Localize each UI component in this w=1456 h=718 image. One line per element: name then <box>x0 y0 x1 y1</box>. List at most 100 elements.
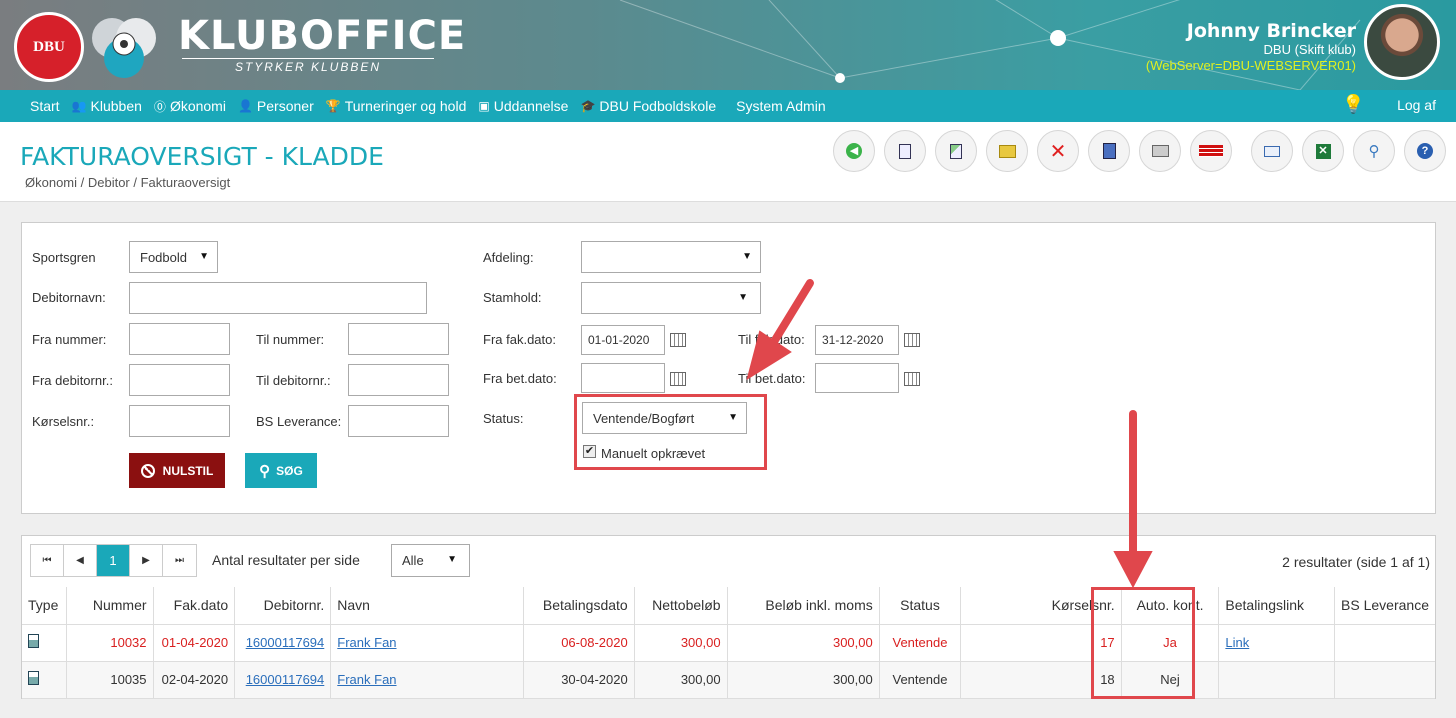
afdeling-label: Afdeling: <box>483 250 534 265</box>
inkl-moms-cell: 300,00 <box>727 661 880 699</box>
page-number-button[interactable]: 1 <box>97 545 130 576</box>
col-status[interactable]: Status <box>879 587 962 625</box>
sportsgren-label: Sportsgren <box>32 250 96 265</box>
netto-cell: 300,00 <box>634 661 728 699</box>
calendar-icon[interactable] <box>670 372 686 386</box>
export-button[interactable] <box>1088 130 1130 172</box>
webserver-info: (WebServer=DBU-WEBSERVER01) <box>1145 58 1356 73</box>
search-submit-button[interactable]: ⚲ SØG <box>245 453 317 488</box>
bs-leverance-cell <box>1334 661 1435 699</box>
til-debitornr-input[interactable] <box>348 364 449 396</box>
last-page-button[interactable]: ⏭ <box>163 545 196 576</box>
betalingslink-link[interactable]: Link <box>1225 635 1249 650</box>
lightbulb-icon[interactable]: 💡 <box>1342 94 1364 115</box>
col-bs-leverance[interactable]: BS Leverance <box>1334 587 1435 625</box>
debitornr-link[interactable]: 16000117694 <box>246 672 325 687</box>
folder-open-icon <box>998 144 1016 158</box>
nav-item-system-admin[interactable]: System Admin <box>730 98 831 114</box>
document-add-button[interactable] <box>935 130 977 172</box>
table-row[interactable]: 10032 01-04-2020 16000117694 Frank Fan 0… <box>22 624 1435 662</box>
help-icon: ? <box>1417 143 1433 159</box>
chevron-down-icon: ▼ <box>447 554 457 565</box>
back-button[interactable]: ◀ <box>833 130 875 172</box>
til-nummer-input[interactable] <box>348 323 449 355</box>
calendar-icon[interactable] <box>670 333 686 347</box>
avatar[interactable] <box>1364 4 1440 80</box>
trophy-icon: 🏆 <box>325 99 341 113</box>
per-page-select[interactable]: Alle ▼ <box>391 544 470 577</box>
col-navn[interactable]: Navn <box>330 587 525 625</box>
nav-item-okonomi[interactable]: ⓪ Økonomi <box>148 98 232 115</box>
delete-icon: ✕ <box>1049 140 1067 163</box>
table-row[interactable]: 10035 02-04-2020 16000117694 Frank Fan 3… <box>22 661 1435 699</box>
print-button[interactable] <box>1139 130 1181 172</box>
korselsnr-input[interactable] <box>129 405 230 437</box>
fra-fakdato-label: Fra fak.dato: <box>483 332 556 347</box>
page-title: FAKTURAOVERSIGT - KLADDE <box>20 142 384 171</box>
col-betalingslink[interactable]: Betalingslink <box>1218 587 1336 625</box>
excel-button[interactable]: ✕ <box>1302 130 1344 172</box>
col-belob-inkl-moms[interactable]: Beløb inkl. moms <box>727 587 880 625</box>
invoice-document-icon[interactable] <box>28 634 39 648</box>
user-name: Johnny Brincker <box>1186 20 1356 42</box>
navn-link[interactable]: Frank Fan <box>337 672 396 687</box>
prev-page-button[interactable]: ◀ <box>64 545 97 576</box>
stamhold-select[interactable]: ▼ <box>581 282 761 314</box>
document-button[interactable] <box>884 130 926 172</box>
switch-club-link[interactable]: DBU (Skift klub) <box>1264 42 1356 57</box>
calendar-icon[interactable] <box>904 333 920 347</box>
type-cell <box>22 624 68 662</box>
mail-icon <box>1264 145 1280 157</box>
search-button[interactable]: ⚲ <box>1353 130 1395 172</box>
fra-fakdato-input[interactable]: 01-01-2020 <box>581 325 665 355</box>
sportsgren-select[interactable]: Fodbold ▼ <box>129 241 218 273</box>
invoice-document-icon[interactable] <box>28 671 39 685</box>
col-fakdato[interactable]: Fak.dato <box>153 587 236 625</box>
person-icon: 👤 <box>237 99 253 113</box>
bs-button[interactable] <box>1190 130 1232 172</box>
mail-button[interactable] <box>1251 130 1293 172</box>
col-nettobelob[interactable]: Nettobeløb <box>634 587 728 625</box>
nav-item-klubben[interactable]: 👥 Klubben <box>66 98 148 114</box>
til-fakdato-input[interactable]: 31-12-2020 <box>815 325 899 355</box>
help-button[interactable]: ? <box>1404 130 1446 172</box>
caret-right-icon: ▶ <box>142 555 150 566</box>
nav-item-start[interactable]: Start <box>0 98 66 114</box>
reset-button[interactable]: NULSTIL <box>129 453 225 488</box>
block-icon <box>140 463 155 478</box>
status-cell: Ventende <box>879 661 962 699</box>
status-cell: Ventende <box>879 624 962 662</box>
fra-betdato-input[interactable] <box>581 363 665 393</box>
navn-link[interactable]: Frank Fan <box>337 635 396 650</box>
fra-betdato-label: Fra bet.dato: <box>483 371 557 386</box>
dbu-logo[interactable]: DBU <box>14 12 84 82</box>
nav-item-uddannelse[interactable]: ▣ Uddannelse <box>472 98 574 114</box>
betalingsdato-cell: 06-08-2020 <box>523 624 635 662</box>
search-icon: ⚲ <box>1368 143 1380 160</box>
debitornr-link[interactable]: 16000117694 <box>246 635 325 650</box>
col-debitornr[interactable]: Debitornr. <box>234 587 332 625</box>
col-betalingsdato[interactable]: Betalingsdato <box>523 587 635 625</box>
fakdato-cell: 01-04-2020 <box>153 624 236 662</box>
logout-link[interactable]: Log af <box>1397 97 1436 113</box>
afdeling-select[interactable]: ▼ <box>581 241 761 273</box>
nummer-cell: 10035 <box>66 661 154 699</box>
til-nummer-label: Til nummer: <box>256 332 325 347</box>
col-type[interactable]: Type <box>22 587 68 625</box>
navn-cell: Frank Fan <box>330 661 525 699</box>
next-page-button[interactable]: ▶ <box>130 545 163 576</box>
nav-item-fodboldskole[interactable]: 🎓 DBU Fodboldskole <box>574 98 722 114</box>
fra-debitornr-input[interactable] <box>129 364 230 396</box>
fra-nummer-input[interactable] <box>129 323 230 355</box>
col-nummer[interactable]: Nummer <box>66 587 154 625</box>
delete-button[interactable]: ✕ <box>1037 130 1079 172</box>
kluboffice-logo-icon <box>92 18 156 78</box>
nav-item-personer[interactable]: 👤 Personer <box>232 98 320 114</box>
til-betdato-input[interactable] <box>815 363 899 393</box>
nav-item-turneringer[interactable]: 🏆 Turneringer og hold <box>320 98 473 114</box>
calendar-icon[interactable] <box>904 372 920 386</box>
first-page-button[interactable]: ⏮ <box>31 545 64 576</box>
open-folder-button[interactable] <box>986 130 1028 172</box>
bs-leverance-input[interactable] <box>348 405 449 437</box>
debitornavn-input[interactable] <box>129 282 427 314</box>
